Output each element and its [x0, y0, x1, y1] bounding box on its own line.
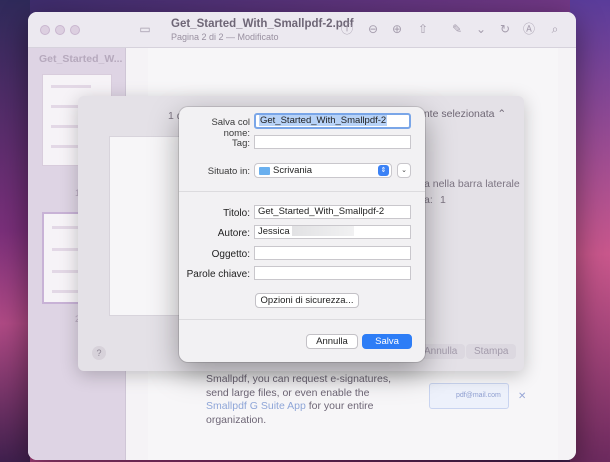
- desktop-background-right: [570, 0, 610, 462]
- save-button[interactable]: Salva: [362, 334, 412, 349]
- divider-bottom: [179, 319, 425, 320]
- keywords-label: Parole chiave:: [186, 269, 250, 280]
- email-card: pdf@mail.com: [429, 383, 509, 409]
- copies-label: a:: [424, 194, 433, 206]
- zoom-in-icon[interactable]: ⊕: [390, 22, 404, 36]
- expand-chevron-button[interactable]: ⌄: [397, 163, 411, 178]
- document-title: Get_Started_With_Smallpdf-2.pdf: [171, 18, 354, 30]
- close-icon[interactable]: ✕: [518, 391, 526, 402]
- security-options-button[interactable]: Opzioni di sicurezza...: [255, 293, 359, 308]
- author-label: Autore:: [217, 228, 250, 239]
- save-as-label: Salva col nome:: [211, 117, 250, 139]
- share-icon[interactable]: ⇧: [416, 22, 430, 36]
- document-subtitle: Pagina 2 di 2 — Modificato: [171, 32, 279, 42]
- sidebar-title: Get_Started_W...: [39, 53, 123, 65]
- location-value: Scrivania: [273, 165, 313, 176]
- sidebar-option-text: a nella barra laterale: [424, 178, 520, 190]
- minimize-window-button[interactable]: [55, 25, 65, 35]
- folder-icon: [259, 167, 270, 175]
- location-popup[interactable]: Scrivania ⇕: [254, 163, 392, 178]
- keywords-input[interactable]: [254, 266, 411, 280]
- author-value: Jessica: [258, 226, 290, 237]
- save-as-input[interactable]: Get_Started_With_Smallpdf-2: [254, 113, 411, 129]
- copies-value[interactable]: 1: [440, 194, 446, 206]
- page-paragraph: Smallpdf, you can request e-signatures, …: [206, 373, 406, 427]
- chevron-down-icon[interactable]: ⌄: [474, 22, 488, 36]
- cancel-button[interactable]: Annulla: [306, 334, 358, 349]
- pages-select[interactable]: ante selezionata ⌃: [418, 108, 506, 120]
- help-button[interactable]: ?: [92, 346, 106, 360]
- tags-label: Tag:: [232, 138, 250, 149]
- title-input[interactable]: Get_Started_With_Smallpdf-2: [254, 205, 411, 219]
- markup-pen-icon[interactable]: ✎: [450, 22, 464, 36]
- save-dialog: Salva col nome: Get_Started_With_Smallpd…: [179, 107, 425, 362]
- desktop-background-left: [0, 0, 30, 462]
- subject-input[interactable]: [254, 246, 411, 260]
- save-as-value: Get_Started_With_Smallpdf-2: [259, 115, 388, 126]
- info-icon[interactable]: ⓘ: [340, 22, 354, 36]
- search-icon[interactable]: ⌕: [548, 22, 562, 36]
- redacted-surname: [291, 226, 354, 237]
- gsuite-app-link[interactable]: Smallpdf G Suite App: [206, 400, 306, 412]
- title-bar: ▭ Get_Started_With_Smallpdf-2.pdf Pagina…: [28, 12, 576, 48]
- panel-print-button[interactable]: Stampa: [466, 344, 517, 359]
- author-input[interactable]: Jessica: [254, 225, 411, 239]
- page-text-start: Smallpdf, you can request e-signatures, …: [206, 373, 392, 399]
- tags-input[interactable]: [254, 135, 411, 149]
- zoom-out-icon[interactable]: ⊖: [366, 22, 380, 36]
- rotate-icon[interactable]: ↻: [498, 22, 512, 36]
- annotate-icon[interactable]: Ⓐ: [522, 22, 536, 36]
- divider: [179, 191, 425, 192]
- title-label: Titolo:: [223, 208, 250, 219]
- card-email: pdf@mail.com: [456, 392, 501, 399]
- sidebar-toggle-icon[interactable]: ▭: [138, 22, 152, 36]
- close-window-button[interactable]: [40, 25, 50, 35]
- where-label: Situato in:: [207, 166, 250, 177]
- subject-label: Oggetto:: [211, 249, 250, 260]
- zoom-window-button[interactable]: [70, 25, 80, 35]
- pages-select-value: ante selezionata: [418, 108, 495, 120]
- popup-arrows-icon: ⇕: [378, 165, 389, 176]
